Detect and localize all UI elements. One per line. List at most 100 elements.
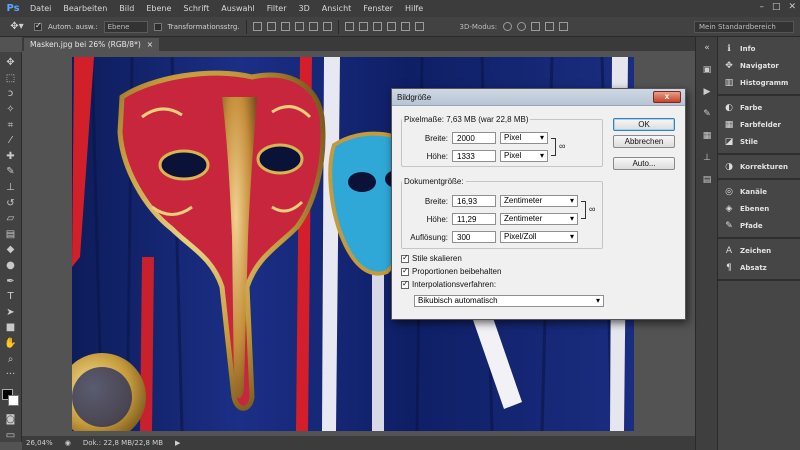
dock-history-icon[interactable]: ▣ <box>696 59 718 81</box>
document-tab[interactable]: Masken.jpg bei 26% (RGB/8*) × <box>24 38 160 51</box>
dodge-tool-icon[interactable]: ● <box>3 259 19 273</box>
panel-character[interactable]: A Zeichen <box>718 242 800 259</box>
history-brush-tool-icon[interactable]: ↺ <box>3 196 19 210</box>
resolution-input[interactable] <box>452 231 496 243</box>
blur-tool-icon[interactable]: ◆ <box>3 243 19 257</box>
align-center-icon[interactable] <box>308 22 318 31</box>
pixel-width-unit-dropdown[interactable]: Pixel <box>500 132 548 144</box>
distribute-top-icon[interactable] <box>344 22 354 31</box>
quick-mask-icon[interactable]: ◙ <box>3 413 19 427</box>
align-top-icon[interactable] <box>252 22 262 31</box>
constrain-proportions-checkbox[interactable] <box>401 266 409 276</box>
lasso-tool-icon[interactable]: ↄ <box>3 87 19 101</box>
resample-checkbox-row[interactable]: Interpolationsverfahren: <box>401 279 496 289</box>
menu-auswahl[interactable]: Auswahl <box>215 0 260 17</box>
dock-expand-icon[interactable]: « <box>696 37 718 59</box>
distribute-middle-icon[interactable] <box>358 22 368 31</box>
panel-navigator[interactable]: ✥ Navigator <box>718 57 800 74</box>
align-bottom-icon[interactable] <box>280 22 290 31</box>
dock-brush-presets-icon[interactable]: ▦ <box>696 125 718 147</box>
move-tool-icon[interactable]: ✥ <box>3 56 19 70</box>
auto-button[interactable]: Auto... <box>613 157 675 170</box>
menu-datei[interactable]: Datei <box>24 0 57 17</box>
move-tool-preset-icon[interactable]: ✥▾ <box>6 20 28 34</box>
auto-select-dropdown[interactable]: Ebene <box>103 20 148 33</box>
3d-roll-icon[interactable] <box>517 22 527 31</box>
doc-width-input[interactable] <box>452 195 496 207</box>
background-color[interactable] <box>7 395 19 407</box>
panel-paragraph[interactable]: ¶ Absatz <box>718 259 800 276</box>
healing-brush-tool-icon[interactable]: ✚ <box>3 150 19 164</box>
hand-tool-icon[interactable]: ✋ <box>3 337 19 351</box>
menu-hilfe[interactable]: Hilfe <box>399 0 429 17</box>
zoom-tool-icon[interactable]: ⌕ <box>3 352 19 366</box>
eraser-tool-icon[interactable]: ▱ <box>3 212 19 226</box>
dock-clone-source-icon[interactable]: ⊥ <box>696 147 718 169</box>
gradient-tool-icon[interactable]: ▤ <box>3 228 19 242</box>
dock-actions-icon[interactable]: ▶ <box>696 81 718 103</box>
path-select-tool-icon[interactable]: ➤ <box>3 306 19 320</box>
quick-select-tool-icon[interactable]: ✧ <box>3 103 19 117</box>
close-tab-icon[interactable]: × <box>147 38 153 51</box>
panel-swatches[interactable]: ▦ Farbfelder <box>718 116 800 133</box>
3d-rotate-icon[interactable] <box>503 22 513 31</box>
3d-scale-icon[interactable] <box>559 22 569 31</box>
transform-controls-checkbox[interactable] <box>153 22 162 31</box>
doc-height-input[interactable] <box>452 213 496 225</box>
resample-checkbox[interactable] <box>401 279 409 289</box>
resolution-unit-dropdown[interactable]: Pixel/Zoll <box>500 231 578 243</box>
3d-pan-icon[interactable] <box>531 22 541 31</box>
3d-slide-icon[interactable] <box>545 22 555 31</box>
maximize-icon[interactable]: □ <box>772 2 781 12</box>
panel-paths[interactable]: ✎ Pfade <box>718 217 800 234</box>
crop-tool-icon[interactable]: ⌗ <box>3 118 19 132</box>
pixel-width-input[interactable] <box>452 132 496 144</box>
screen-mode-icon[interactable]: ▭ <box>3 429 19 443</box>
align-middle-icon[interactable] <box>266 22 276 31</box>
align-left-icon[interactable] <box>294 22 304 31</box>
marquee-tool-icon[interactable]: ⬚ <box>3 72 19 86</box>
minimize-icon[interactable]: – <box>759 2 764 12</box>
workspace-dropdown[interactable]: Mein Standardbereich <box>694 21 794 33</box>
cancel-button[interactable]: Abbrechen <box>613 135 675 148</box>
menu-ebene[interactable]: Ebene <box>140 0 177 17</box>
scale-styles-checkbox[interactable] <box>401 253 409 263</box>
status-info-icon[interactable]: ◉ <box>65 439 71 447</box>
menu-filter[interactable]: Filter <box>261 0 293 17</box>
menu-3d[interactable]: 3D <box>293 0 316 17</box>
distribute-bottom-icon[interactable] <box>372 22 382 31</box>
menu-ansicht[interactable]: Ansicht <box>316 0 358 17</box>
zoom-level[interactable]: 26,04% <box>26 439 53 447</box>
panel-channels[interactable]: ◎ Kanäle <box>718 183 800 200</box>
clone-stamp-tool-icon[interactable]: ⊥ <box>3 181 19 195</box>
doc-width-unit-dropdown[interactable]: Zentimeter <box>500 195 578 207</box>
type-tool-icon[interactable]: T <box>3 290 19 304</box>
align-right-icon[interactable] <box>322 22 332 31</box>
panel-info[interactable]: ℹ Info <box>718 40 800 57</box>
more-tools-icon[interactable]: ··· <box>3 368 19 382</box>
panel-color[interactable]: ◐ Farbe <box>718 99 800 116</box>
menu-fenster[interactable]: Fenster <box>357 0 399 17</box>
status-arrow-icon[interactable]: ▶ <box>175 439 180 447</box>
ok-button[interactable]: OK <box>613 118 675 131</box>
shape-tool-icon[interactable]: ■ <box>3 321 19 335</box>
distribute-center-icon[interactable] <box>400 22 410 31</box>
constrain-proportions-checkbox-row[interactable]: Proportionen beibehalten <box>401 266 501 276</box>
close-window-icon[interactable]: ✕ <box>788 2 796 12</box>
auto-select-checkbox[interactable] <box>34 21 42 31</box>
pixel-height-input[interactable] <box>452 150 496 162</box>
dialog-title[interactable]: Bildgröße <box>392 89 685 106</box>
dock-properties-icon[interactable]: ▤ <box>696 169 718 191</box>
menu-bild[interactable]: Bild <box>113 0 140 17</box>
menu-schrift[interactable]: Schrift <box>177 0 215 17</box>
eyedropper-tool-icon[interactable]: ⁄ <box>3 134 19 148</box>
dock-brush-icon[interactable]: ✎ <box>696 103 718 125</box>
pen-tool-icon[interactable]: ✒ <box>3 274 19 288</box>
interpolation-dropdown[interactable]: Bikubisch automatisch <box>414 295 604 307</box>
scale-styles-checkbox-row[interactable]: Stile skalieren <box>401 253 462 263</box>
doc-height-unit-dropdown[interactable]: Zentimeter <box>500 213 578 225</box>
pixel-height-unit-dropdown[interactable]: Pixel <box>500 150 548 162</box>
panel-layers[interactable]: ◈ Ebenen <box>718 200 800 217</box>
menu-bearbeiten[interactable]: Bearbeiten <box>57 0 113 17</box>
brush-tool-icon[interactable]: ✎ <box>3 165 19 179</box>
